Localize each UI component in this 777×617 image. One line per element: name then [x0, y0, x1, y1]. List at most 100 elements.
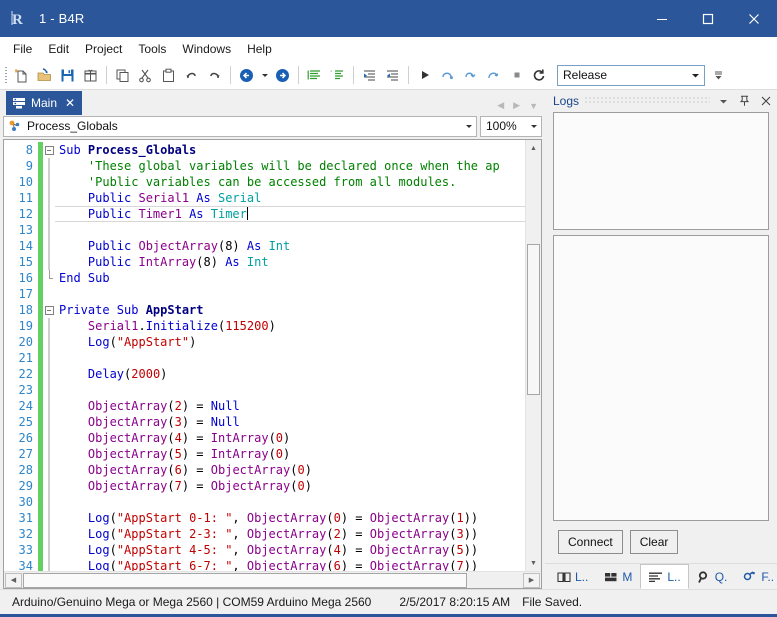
code-fold-gutter[interactable]: −−	[43, 140, 55, 571]
tab-main[interactable]: Main ✕	[6, 91, 82, 115]
sub-selector-combo[interactable]: Process_Globals	[3, 116, 477, 137]
connect-button[interactable]: Connect	[558, 530, 623, 554]
outdent-icon[interactable]	[358, 64, 381, 87]
editor-horizontal-scrollbar[interactable]: ◀ ▶	[4, 571, 541, 588]
dock-tab-find[interactable]: F..	[735, 564, 777, 589]
editor-vertical-scrollbar[interactable]: ▲ ▼	[525, 140, 541, 571]
code-line[interactable]: Log("AppStart 0-1: ", ObjectArray(0) = O…	[55, 510, 525, 526]
close-icon[interactable]: ✕	[64, 97, 76, 109]
menu-file[interactable]: File	[5, 38, 40, 60]
code-line[interactable]: Public Timer1 As Timer	[55, 206, 525, 222]
dock-tab-quicksearch[interactable]: Q.	[689, 564, 736, 589]
scroll-right-icon[interactable]: ▶	[523, 573, 540, 588]
code-line[interactable]: 'Public variables can be accessed from a…	[55, 174, 525, 190]
code-line[interactable]: Sub Process_Globals	[55, 142, 525, 158]
save-icon[interactable]	[56, 64, 79, 87]
code-line[interactable]: ObjectArray(4) = IntArray(0)	[55, 430, 525, 446]
chevron-down-icon[interactable]: ▼	[529, 101, 538, 111]
uncomment-block-icon[interactable]: '	[326, 64, 349, 87]
chevron-right-icon[interactable]: ▶	[513, 100, 520, 111]
chevron-down-icon[interactable]	[716, 93, 731, 109]
chevron-down-icon[interactable]	[526, 122, 541, 130]
refresh-icon[interactable]	[528, 64, 551, 87]
comment-block-icon[interactable]	[303, 64, 326, 87]
vscroll-track[interactable]	[526, 156, 541, 555]
log-output-area[interactable]	[553, 235, 769, 521]
fold-marker[interactable]: −	[43, 302, 55, 318]
menu-help[interactable]: Help	[239, 38, 280, 60]
code-line[interactable]: ObjectArray(7) = ObjectArray(0)	[55, 478, 525, 494]
clear-button[interactable]: Clear	[630, 530, 679, 554]
code-line[interactable]: Log("AppStart 4-5: ", ObjectArray(4) = O…	[55, 542, 525, 558]
menu-project[interactable]: Project	[77, 38, 130, 60]
code-line[interactable]: ObjectArray(5) = IntArray(0)	[55, 446, 525, 462]
undo-icon[interactable]	[180, 64, 203, 87]
code-line[interactable]: ObjectArray(2) = Null	[55, 398, 525, 414]
panel-drag-handle[interactable]	[585, 97, 710, 105]
run-icon[interactable]	[413, 64, 436, 87]
copy-icon[interactable]	[111, 64, 134, 87]
navigate-back-icon[interactable]	[235, 64, 258, 87]
vscroll-thumb[interactable]	[527, 244, 540, 396]
paste-icon[interactable]	[157, 64, 180, 87]
scroll-up-icon[interactable]: ▲	[526, 140, 541, 156]
code-line[interactable]: ObjectArray(6) = ObjectArray(0)	[55, 462, 525, 478]
code-line[interactable]: Public IntArray(8) As Int	[55, 254, 525, 270]
open-folder-icon[interactable]	[33, 64, 56, 87]
navigate-back-dropdown-icon[interactable]	[258, 64, 271, 87]
indent-icon[interactable]	[381, 64, 404, 87]
code-line[interactable]	[55, 222, 525, 238]
scroll-down-icon[interactable]: ▼	[526, 555, 541, 571]
code-line[interactable]	[55, 494, 525, 510]
build-configuration-combo[interactable]: Release	[557, 65, 705, 86]
fold-collapse-icon[interactable]: −	[45, 306, 54, 315]
debug-step-over-icon[interactable]	[436, 64, 459, 87]
pin-icon[interactable]	[737, 93, 752, 109]
code-line[interactable]: Log("AppStart 2-3: ", ObjectArray(2) = O…	[55, 526, 525, 542]
menu-tools[interactable]: Tools	[130, 38, 174, 60]
code-text[interactable]: Sub Process_Globals 'These global variab…	[55, 140, 525, 571]
code-line[interactable]: Delay(2000)	[55, 366, 525, 382]
chevron-left-icon[interactable]: ◀	[497, 100, 504, 111]
dock-tab-libraries[interactable]: L..	[549, 564, 596, 589]
scroll-left-icon[interactable]: ◀	[5, 573, 22, 588]
hscroll-thumb[interactable]	[23, 573, 467, 588]
chevron-down-icon[interactable]	[461, 122, 476, 130]
code-line[interactable]	[55, 382, 525, 398]
debug-step-into-icon[interactable]	[459, 64, 482, 87]
code-line[interactable]: Public Serial1 As Serial	[55, 190, 525, 206]
new-file-icon[interactable]	[10, 64, 33, 87]
code-line[interactable]	[55, 286, 525, 302]
debug-step-out-icon[interactable]	[482, 64, 505, 87]
code-editor[interactable]: 8910111213141516171819202122232425262728…	[3, 139, 542, 589]
hscroll-track[interactable]	[23, 573, 522, 588]
minimize-button[interactable]	[639, 0, 685, 37]
dock-tab-modules[interactable]: M	[596, 564, 640, 589]
toolbar-grip[interactable]	[2, 66, 9, 84]
code-line[interactable]: ObjectArray(3) = Null	[55, 414, 525, 430]
close-button[interactable]	[731, 0, 777, 37]
log-output-filter-area[interactable]	[553, 112, 769, 230]
code-line[interactable]: Serial1.Initialize(115200)	[55, 318, 525, 334]
fold-marker[interactable]: −	[43, 142, 55, 158]
add-module-icon[interactable]	[79, 64, 102, 87]
chevron-down-icon[interactable]	[687, 66, 704, 85]
code-line[interactable]: 'These global variables will be declared…	[55, 158, 525, 174]
code-line[interactable]	[55, 350, 525, 366]
toolbar-overflow-icon[interactable]	[712, 64, 724, 87]
navigate-forward-icon[interactable]	[271, 64, 294, 87]
stop-icon[interactable]	[505, 64, 528, 87]
redo-icon[interactable]	[203, 64, 226, 87]
code-line[interactable]: End Sub	[55, 270, 525, 286]
fold-collapse-icon[interactable]: −	[45, 146, 54, 155]
maximize-button[interactable]	[685, 0, 731, 37]
menu-windows[interactable]: Windows	[174, 38, 239, 60]
code-line[interactable]: Private Sub AppStart	[55, 302, 525, 318]
close-icon[interactable]	[758, 93, 773, 109]
code-line[interactable]: Log("AppStart 6-7: ", ObjectArray(6) = O…	[55, 558, 525, 571]
zoom-combo[interactable]: 100%	[480, 116, 542, 137]
cut-icon[interactable]	[134, 64, 157, 87]
dock-tab-logs[interactable]: L..	[640, 564, 688, 589]
menu-edit[interactable]: Edit	[40, 38, 77, 60]
code-line[interactable]: Log("AppStart")	[55, 334, 525, 350]
